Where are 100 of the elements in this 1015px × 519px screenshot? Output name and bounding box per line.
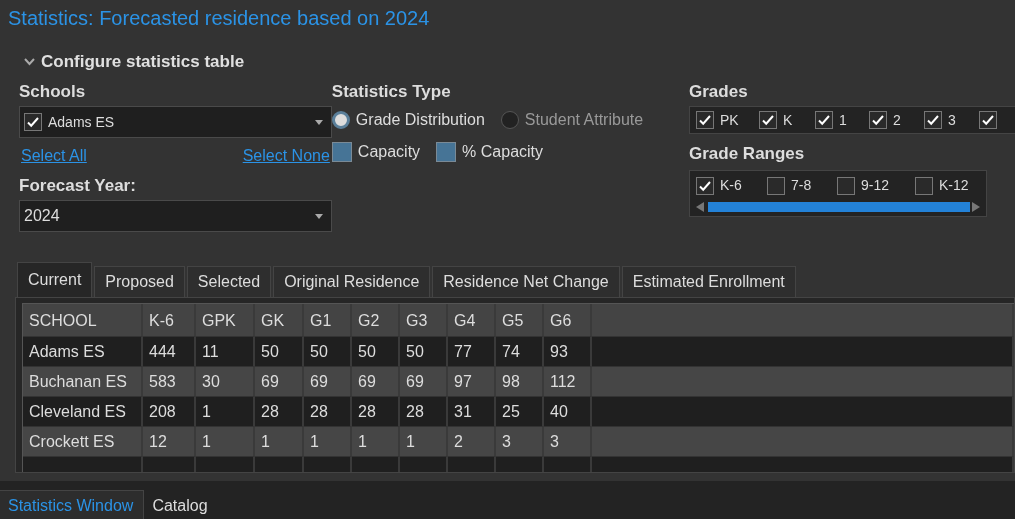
column-header[interactable]: G4	[448, 304, 496, 337]
table-cell: 69	[255, 367, 304, 397]
table-cell: 50	[304, 337, 352, 367]
table-cell: 3	[544, 427, 592, 457]
column-header[interactable]: G6	[544, 304, 592, 337]
table-cell: 28	[400, 397, 448, 427]
table-cell: 3	[496, 427, 544, 457]
section-title: Configure statistics table	[41, 51, 245, 74]
column-header[interactable]: SCHOOL	[23, 304, 143, 337]
table-cell: 1	[400, 427, 448, 457]
table-cell: 93	[544, 337, 592, 367]
table-cell: 50	[400, 337, 448, 367]
field-label: Grades	[689, 81, 749, 103]
tab[interactable]: Selected	[186, 266, 272, 297]
checkbox-label: PK	[720, 110, 739, 130]
table-cell: Adams ES	[23, 337, 143, 367]
checkbox-label: K-12	[939, 176, 969, 195]
table-cell: 77	[448, 337, 496, 367]
option-label: Grade Distribution	[355, 110, 485, 130]
tab[interactable]: Residence Net Change	[432, 266, 620, 297]
tab[interactable]: Proposed	[94, 266, 185, 297]
table-cell: 30	[196, 367, 255, 397]
table-cell: 444	[143, 337, 196, 367]
table-cell: 12	[143, 427, 196, 457]
checkbox-label: % Capacity	[462, 142, 544, 162]
table-cell: 40	[544, 397, 592, 427]
checkbox-label: 3	[948, 110, 956, 130]
table-cell: Crockett ES	[23, 427, 143, 457]
checkbox-label: K	[783, 110, 793, 130]
table-cell: 50	[255, 337, 304, 367]
column-header[interactable]: GK	[255, 304, 304, 337]
tab[interactable]: Estimated Enrollment	[621, 266, 796, 297]
school-dropdown[interactable]: Adams ES	[19, 106, 332, 138]
caret-icon	[314, 119, 323, 125]
table-cell: 11	[196, 337, 255, 367]
table-cell: 1	[196, 397, 255, 427]
table-cell: 69	[304, 367, 352, 397]
checkbox[interactable]	[696, 111, 714, 129]
horizontal-scrollbar[interactable]	[696, 201, 980, 213]
checkbox-label: K-6	[720, 176, 742, 195]
checkbox[interactable]	[24, 113, 42, 131]
checkbox[interactable]	[759, 111, 777, 129]
table-cell: 208	[143, 397, 196, 427]
field-label: Forecast Year:	[19, 175, 137, 197]
checkbox[interactable]	[696, 176, 714, 195]
table-cell: 2	[448, 427, 496, 457]
checkbox[interactable]	[869, 111, 887, 129]
checkbox[interactable]	[979, 111, 997, 129]
table-cell: 1	[304, 427, 352, 457]
checkbox-label: 9-12	[861, 176, 890, 195]
table-cell: 28	[304, 397, 352, 427]
table-cell: 98	[496, 367, 544, 397]
checkbox-label: Capacity	[357, 142, 421, 162]
year-dropdown[interactable]: 2024	[19, 200, 332, 232]
select-all-link[interactable]: Select All	[21, 144, 87, 172]
checkbox-label: 2	[893, 110, 901, 130]
tab[interactable]: Original Residence	[273, 266, 431, 297]
checkbox[interactable]	[331, 142, 352, 162]
table-cell: 28	[352, 397, 400, 427]
table-cell: 74	[496, 337, 544, 367]
table-cell: 69	[352, 367, 400, 397]
table-cell: 1	[196, 427, 255, 457]
checkbox-label: 1	[839, 110, 847, 130]
column-header[interactable]: G1	[304, 304, 352, 337]
table-cell: 112	[544, 367, 592, 397]
tab[interactable]: Statistics Window	[0, 490, 145, 519]
checkbox[interactable]	[915, 176, 933, 195]
select-none-link[interactable]: Select None	[242, 144, 330, 172]
checkbox[interactable]	[767, 176, 785, 195]
caret-icon	[314, 213, 323, 219]
column-header[interactable]: GPK	[196, 304, 255, 337]
checkbox[interactable]	[436, 142, 457, 162]
option-label: Student Attribute	[524, 110, 644, 130]
table-cell: Cleveland ES	[23, 397, 143, 427]
column-header[interactable]: K-6	[143, 304, 196, 337]
table-cell: 1	[255, 427, 304, 457]
field-label: Schools	[19, 81, 87, 103]
table-cell: 97	[448, 367, 496, 397]
chevron-icon[interactable]	[24, 58, 35, 66]
field-label: Statistics Type	[331, 81, 452, 103]
tab[interactable]: Current	[17, 262, 93, 297]
checkbox[interactable]	[837, 176, 855, 195]
field-label: Grade Ranges	[689, 143, 806, 165]
table-cell: 31	[448, 397, 496, 427]
column-header[interactable]: G2	[352, 304, 400, 337]
table-cell: 25	[496, 397, 544, 427]
tab[interactable]: Catalog	[144, 490, 218, 519]
column-header[interactable]: G5	[496, 304, 544, 337]
table-cell: 1	[352, 427, 400, 457]
table-cell: Buchanan ES	[23, 367, 143, 397]
table-cell: 583	[143, 367, 196, 397]
page-title: Statistics: Forecasted residence based on 2024	[7, 6, 431, 31]
table-cell: 28	[255, 397, 304, 427]
table-cell: 50	[352, 337, 400, 367]
checkbox[interactable]	[815, 111, 833, 129]
radio-button[interactable]	[500, 111, 519, 129]
checkbox-label: 7-8	[791, 176, 812, 195]
table-cell: 69	[400, 367, 448, 397]
column-header[interactable]: G3	[400, 304, 448, 337]
checkbox[interactable]	[924, 111, 942, 129]
